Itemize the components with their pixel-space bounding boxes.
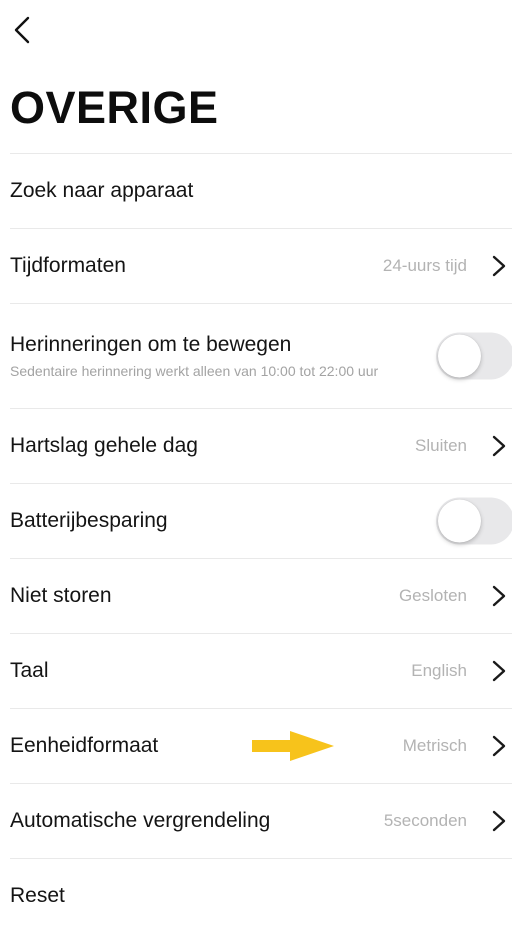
move-reminder-toggle[interactable] <box>436 332 512 380</box>
page-title: OVERIGE <box>10 82 219 133</box>
back-button[interactable] <box>8 12 36 48</box>
chevron-right-icon <box>492 735 506 757</box>
setting-value: 5seconden <box>383 811 467 830</box>
setting-value: Sluiten <box>415 436 467 455</box>
chevron-right-icon <box>492 585 506 607</box>
setting-row-auto-lock[interactable]: Automatische vergrendeling 5seconden <box>10 784 512 859</box>
setting-label: Herinneringen om te bewegen <box>10 333 292 356</box>
setting-label: Automatische vergrendeling <box>10 809 271 832</box>
setting-sublabel: Sedentaire herinnering werkt alleen van … <box>10 363 379 379</box>
chevron-left-icon <box>14 16 30 44</box>
setting-label: Eenheidformaat <box>10 734 159 757</box>
setting-label: Niet storen <box>10 584 112 607</box>
setting-label: Taal <box>10 659 49 682</box>
chevron-right-icon <box>492 255 506 277</box>
setting-label: Zoek naar apparaat <box>10 179 194 202</box>
setting-row-language[interactable]: Taal English <box>10 634 512 709</box>
toggle-knob <box>438 499 481 543</box>
battery-saving-toggle[interactable] <box>436 497 512 545</box>
setting-value: Gesloten <box>398 586 467 605</box>
setting-label: Reset <box>10 884 65 907</box>
chevron-right-icon <box>492 660 506 682</box>
setting-row-battery-saving: Batterijbesparing <box>10 484 512 559</box>
chevron-right-icon <box>492 810 506 832</box>
setting-row-reset[interactable]: Reset <box>10 859 512 933</box>
setting-value: English <box>411 661 467 680</box>
setting-value: 24-uurs tijd <box>382 256 467 275</box>
setting-value: Metrisch <box>402 736 467 755</box>
chevron-right-icon <box>492 435 506 457</box>
setting-row-do-not-disturb[interactable]: Niet storen Gesloten <box>10 559 512 634</box>
settings-list: Zoek naar apparaat Tijdformaten 24-uurs … <box>10 153 512 933</box>
setting-row-move-reminder: Herinneringen om te bewegen Sedentaire h… <box>10 304 512 409</box>
setting-label: Hartslag gehele dag <box>10 434 198 457</box>
setting-row-time-format[interactable]: Tijdformaten 24-uurs tijd <box>10 229 512 304</box>
arrow-right-icon <box>252 731 334 761</box>
setting-row-heart-rate[interactable]: Hartslag gehele dag Sluiten <box>10 409 512 484</box>
toggle-knob <box>438 334 481 378</box>
setting-row-find-device[interactable]: Zoek naar apparaat <box>10 154 512 229</box>
setting-label: Batterijbesparing <box>10 509 168 532</box>
setting-label: Tijdformaten <box>10 254 126 277</box>
